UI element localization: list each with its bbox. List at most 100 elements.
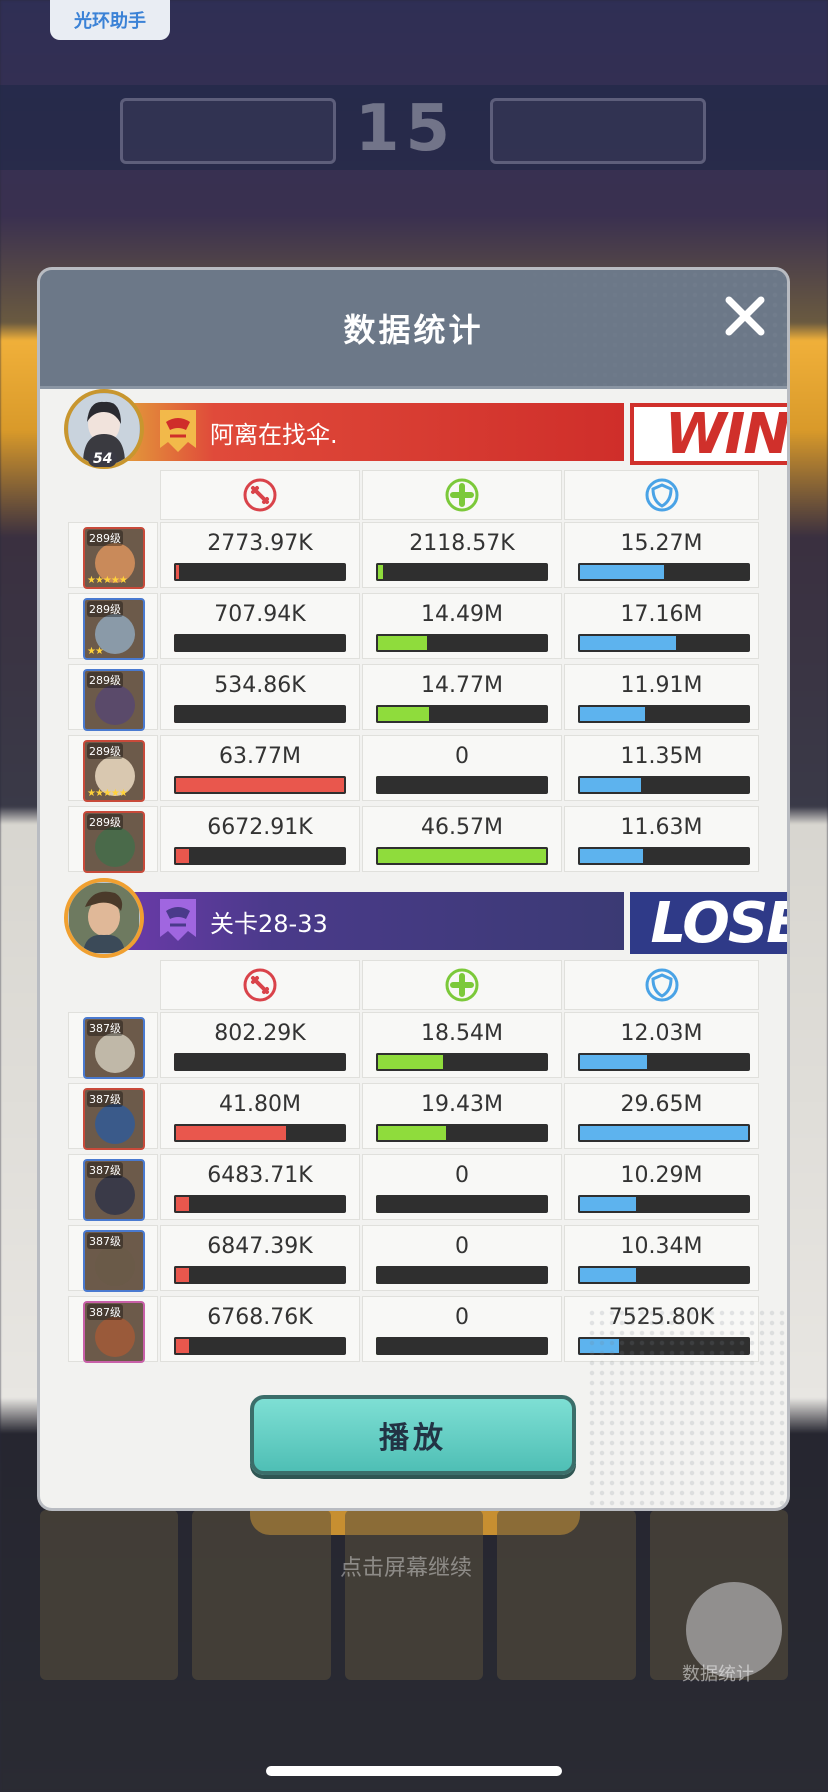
heal-cell: 46.57M <box>362 806 562 872</box>
heal-bar-fill <box>376 1195 380 1213</box>
mask-banner-icon <box>152 406 204 458</box>
hero-portrait[interactable]: 387级 <box>83 1159 145 1221</box>
hero-stat-row: 289级 6672.91K 46.57M 11.63M <box>68 806 759 873</box>
hero-stat-row: 289级 ★★★★★ 63.77M 0 11.35M <box>68 735 759 802</box>
damage-cell: 534.86K <box>160 664 360 730</box>
heal-bar-fill <box>376 1337 380 1355</box>
background-stats-label: 数据统计 <box>682 1664 754 1685</box>
lose-team-banner: 关卡28-33 LOSE <box>64 878 787 958</box>
close-button[interactable] <box>719 290 771 342</box>
heal-header <box>362 960 562 1010</box>
heal-value: 18.54M <box>421 1021 503 1046</box>
hero-portrait[interactable]: 387级 <box>83 1088 145 1150</box>
tank-bar <box>578 705 750 723</box>
tank-value: 11.63M <box>620 815 703 840</box>
tank-bar <box>578 1053 750 1071</box>
damage-bar-fill <box>174 1053 178 1071</box>
damage-value: 802.29K <box>214 1021 306 1046</box>
background-continue-hint: 点击屏幕继续 <box>340 1556 473 1581</box>
tank-bar <box>578 776 750 794</box>
hero-stars: ★★ <box>87 646 104 657</box>
damage-cell: 802.29K <box>160 1012 360 1078</box>
damage-value: 41.80M <box>219 1092 301 1117</box>
hero-stat-row: 289级 534.86K 14.77M 11.91M <box>68 664 759 731</box>
heal-bar-fill <box>376 705 432 723</box>
stats-dialog: 数据统计 54 阿离在找伞. WIN 289级 ★★★★★ 2773.97K 2… <box>40 270 787 1508</box>
stage-name-bar: 关卡28-33 <box>124 892 624 950</box>
tank-value: 29.65M <box>620 1092 703 1117</box>
tank-value: 12.03M <box>620 1021 703 1046</box>
hero-stat-row: 289级 ★★ 707.94K 14.49M 17.16M <box>68 593 759 660</box>
hero-portrait[interactable]: 387级 <box>83 1017 145 1079</box>
hero-stat-row: 289级 ★★★★★ 2773.97K 2118.57K 15.27M <box>68 522 759 589</box>
hero-portrait[interactable]: 289级 ★★★★★ <box>83 740 145 802</box>
lose-badge: LOSE <box>630 891 787 956</box>
heal-value: 19.43M <box>421 1092 503 1117</box>
hero-portrait[interactable]: 289级 ★★ <box>83 598 145 660</box>
damage-value: 6847.39K <box>207 1234 313 1259</box>
damage-cell: 6847.39K <box>160 1225 360 1291</box>
hero-level: 387级 <box>87 1020 123 1036</box>
heal-cell: 2118.57K <box>362 522 562 588</box>
hero-face-icon <box>95 1246 135 1286</box>
heal-bar <box>376 705 548 723</box>
tank-cell: 10.34M <box>564 1225 759 1291</box>
tank-bar-fill <box>578 847 646 865</box>
heal-value: 14.77M <box>421 673 503 698</box>
tank-bar-fill <box>578 776 644 794</box>
damage-bar-fill <box>174 776 346 794</box>
hero-level: 387级 <box>87 1304 123 1320</box>
background-score: 15 <box>355 92 457 166</box>
hero-portrait[interactable]: 387级 <box>83 1301 145 1363</box>
heal-value: 0 <box>455 1305 469 1330</box>
heal-cell: 0 <box>362 735 562 801</box>
hero-face-icon <box>95 1175 135 1215</box>
damage-value: 6768.76K <box>207 1305 313 1330</box>
damage-bar <box>174 1124 346 1142</box>
hero-stat-row: 387级 6483.71K 0 10.29M <box>68 1154 759 1221</box>
damage-header <box>160 960 360 1010</box>
hero-face-icon <box>95 827 135 867</box>
hero-stars: ★★★★★ <box>87 788 128 799</box>
tank-bar-fill <box>578 1124 750 1142</box>
background-hero-cards <box>40 1510 789 1680</box>
hero-face-icon <box>95 685 135 725</box>
win-team-banner: 54 阿离在找伞. WIN <box>64 389 787 469</box>
mask-banner-icon <box>152 895 204 947</box>
hero-portrait[interactable]: 289级 <box>83 811 145 873</box>
tank-cell: 12.03M <box>564 1012 759 1078</box>
play-button[interactable]: 播放 <box>250 1395 576 1475</box>
tank-bar-fill <box>578 563 666 581</box>
shield-icon <box>645 478 678 512</box>
hero-cell: 387级 <box>68 1296 158 1363</box>
hero-portrait[interactable]: 387级 <box>83 1230 145 1292</box>
assistant-tag[interactable]: 光环助手 <box>50 0 170 40</box>
tank-bar <box>578 634 750 652</box>
home-indicator[interactable] <box>266 1766 562 1776</box>
decorative-dots <box>587 1308 787 1508</box>
shield-icon <box>645 968 678 1002</box>
hero-cell: 289级 ★★★★★ <box>68 522 158 589</box>
sword-icon <box>243 478 277 512</box>
heal-bar <box>376 1053 548 1071</box>
damage-cell: 41.80M <box>160 1083 360 1149</box>
tank-cell: 29.65M <box>564 1083 759 1149</box>
hero-portrait[interactable]: 289级 <box>83 669 145 731</box>
damage-cell: 6483.71K <box>160 1154 360 1220</box>
tank-cell: 11.63M <box>564 806 759 872</box>
damage-bar-fill <box>174 705 178 723</box>
heal-bar <box>376 847 548 865</box>
damage-bar-fill <box>174 634 178 652</box>
heal-cell: 0 <box>362 1296 562 1362</box>
damage-cell: 63.77M <box>160 735 360 801</box>
damage-bar-fill <box>174 847 192 865</box>
hero-level: 289级 <box>87 743 123 759</box>
hero-stars: ★★★★★ <box>87 575 128 586</box>
hero-portrait[interactable]: 289级 ★★★★★ <box>83 527 145 589</box>
heal-bar-fill <box>376 634 430 652</box>
damage-cell: 2773.97K <box>160 522 360 588</box>
hero-level: 387级 <box>87 1091 123 1107</box>
damage-header <box>160 470 360 520</box>
heal-cell: 0 <box>362 1225 562 1291</box>
damage-cell: 707.94K <box>160 593 360 659</box>
